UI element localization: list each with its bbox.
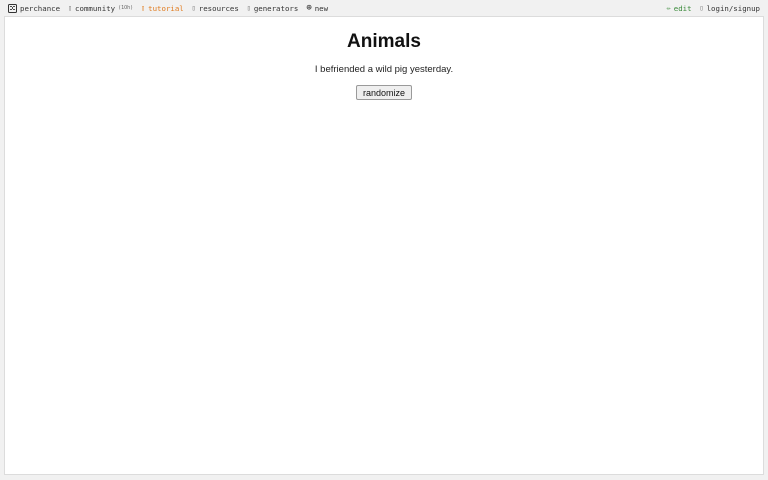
chat-icon: ▯ (67, 3, 73, 12)
nav-community[interactable]: ▯ community (1Oh) (68, 0, 133, 16)
nav-tutorial[interactable]: ▯ tutorial (141, 0, 184, 16)
nav-left: perchance ▯ community (1Oh) ▯ tutorial ▯… (8, 0, 336, 16)
nav-edit[interactable]: ✏ edit (667, 0, 692, 16)
generator-output-panel: Animals I befriended a wild pig yesterda… (4, 16, 764, 475)
plus-circle-icon: ⊕ (306, 2, 312, 13)
nav-login-signup[interactable]: ▯ login/signup (699, 0, 760, 16)
nav-generators[interactable]: ▯ generators (247, 0, 299, 16)
nav-resources-label: resources (198, 3, 239, 13)
randomize-button[interactable]: randomize (356, 85, 412, 100)
page-title: Animals (347, 31, 421, 52)
nav-new-label: new (314, 3, 329, 13)
nav-edit-label: edit (673, 3, 692, 13)
nav-login-label: login/signup (706, 3, 760, 13)
nav-right: ✏ edit ▯ login/signup (659, 0, 760, 16)
grid-icon: ▯ (246, 3, 251, 12)
book-icon: ▯ (141, 3, 146, 12)
user-icon: ▯ (699, 3, 704, 12)
nav-community-count: (1Oh) (118, 5, 134, 11)
nav-brand-perchance[interactable]: perchance (8, 0, 60, 16)
nav-generators-label: generators (253, 3, 299, 13)
nav-tutorial-label: tutorial (148, 3, 184, 13)
nav-resources[interactable]: ▯ resources (192, 0, 239, 16)
folder-icon: ▯ (191, 3, 196, 12)
pencil-icon: ✏ (666, 3, 671, 12)
die-icon (8, 3, 17, 13)
nav-community-label: community (75, 3, 116, 13)
nav-new[interactable]: ⊕ new (306, 0, 328, 16)
top-navigation-bar: perchance ▯ community (1Oh) ▯ tutorial ▯… (0, 0, 768, 16)
generated-sentence: I befriended a wild pig yesterday. (314, 64, 454, 75)
nav-brand-label: perchance (20, 3, 61, 13)
